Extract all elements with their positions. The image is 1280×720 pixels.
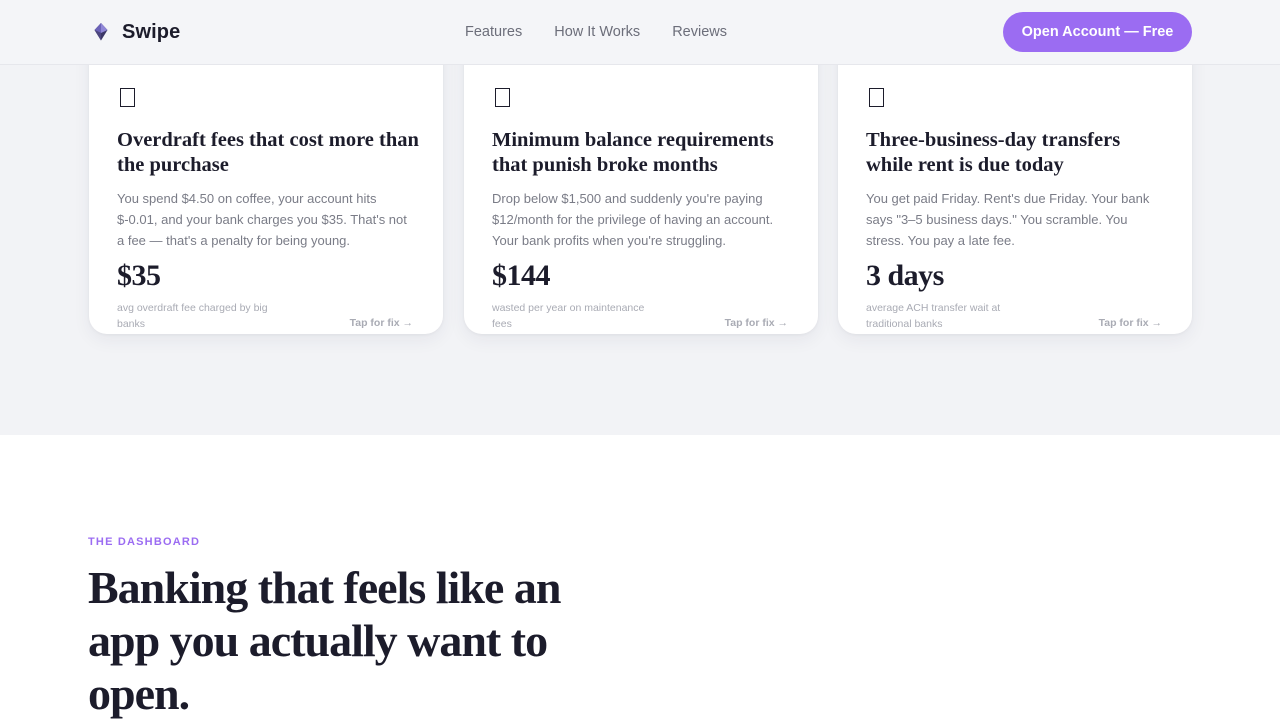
dashboard-section: THE DASHBOARD Banking that feels like an… — [0, 435, 1280, 720]
tap-for-fix-link[interactable]: Tap for fix → — [350, 317, 413, 329]
empty-box-icon — [869, 88, 884, 107]
card-stat: $144 — [492, 259, 551, 292]
card-title: Overdraft fees that cost more than the p… — [117, 129, 419, 176]
card-stat-label: average ACH transfer wait at traditional… — [866, 302, 1001, 330]
nav-link-features[interactable]: Features — [465, 22, 522, 42]
card-description: You spend $4.50 on coffee, your account … — [117, 191, 407, 248]
section-headline: Banking that feels like an app you actua… — [88, 562, 561, 719]
gem-logo-icon — [94, 23, 108, 41]
card-title: Minimum balance requirements that punish… — [492, 129, 774, 176]
section-eyebrow: THE DASHBOARD — [88, 536, 201, 548]
card-stat-label: avg overdraft fee charged by big banks — [117, 302, 268, 330]
card-description: Drop below $1,500 and suddenly you're pa… — [492, 191, 774, 248]
tap-for-fix-link[interactable]: Tap for fix → — [725, 317, 788, 329]
top-nav: Swipe Features How It Works Reviews Open… — [0, 0, 1280, 65]
card-stat-label: wasted per year on maintenance fees — [492, 302, 645, 330]
card-stat: 3 days — [866, 259, 944, 292]
nav-link-how-it-works[interactable]: How It Works — [554, 22, 640, 42]
open-account-button[interactable]: Open Account — Free — [1003, 12, 1192, 52]
pain-points-section: Overdraft fees that cost more than the p… — [0, 0, 1280, 435]
card-title: Three-business-day transfers while rent … — [866, 129, 1121, 176]
pain-card-overdraft[interactable]: Overdraft fees that cost more than the p… — [89, 40, 443, 334]
card-description: You get paid Friday. Rent's due Friday. … — [866, 191, 1150, 248]
pain-card-transfers[interactable]: Three-business-day transfers while rent … — [838, 40, 1192, 334]
empty-box-icon — [495, 88, 510, 107]
tap-for-fix-link[interactable]: Tap for fix → — [1099, 317, 1162, 329]
nav-link-reviews[interactable]: Reviews — [672, 22, 727, 42]
brand-name: Swipe — [122, 20, 181, 43]
empty-box-icon — [120, 88, 135, 107]
nav-links: Features How It Works Reviews — [465, 22, 727, 42]
card-stat: $35 — [117, 259, 161, 292]
brand-logo-link[interactable]: Swipe — [92, 20, 180, 44]
pain-card-minimum-balance[interactable]: Minimum balance requirements that punish… — [464, 40, 818, 334]
